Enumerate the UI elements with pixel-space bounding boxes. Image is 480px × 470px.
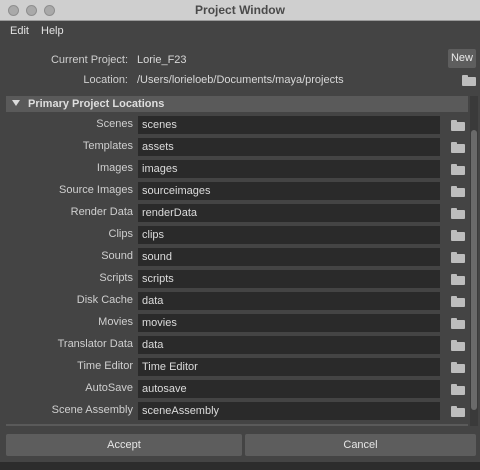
location-row-label: Render Data <box>70 206 133 218</box>
location-row: Clips clips <box>6 224 468 246</box>
current-project-value: Lorie_F23 <box>137 54 187 66</box>
browse-folder-icon[interactable] <box>451 230 465 241</box>
location-row: AutoSave autosave <box>6 378 468 400</box>
location-row: Render Data renderData <box>6 202 468 224</box>
location-row: Disk Cache data <box>6 290 468 312</box>
scrollbar-thumb[interactable] <box>471 130 477 410</box>
location-row-field[interactable]: data <box>138 336 440 354</box>
browse-folder-icon[interactable] <box>451 384 465 395</box>
location-row-field[interactable]: sound <box>138 248 440 266</box>
browse-folder-icon[interactable] <box>451 186 465 197</box>
location-folder-icon[interactable] <box>462 75 476 86</box>
browse-folder-icon[interactable] <box>451 318 465 329</box>
browse-folder-icon[interactable] <box>451 406 465 417</box>
location-row-label: Movies <box>98 316 133 328</box>
bottom-strip <box>0 462 480 470</box>
location-row-field[interactable]: clips <box>138 226 440 244</box>
location-row: Images images <box>6 158 468 180</box>
location-row: Time Editor Time Editor <box>6 356 468 378</box>
location-row-label: Source Images <box>59 184 133 196</box>
location-row-field[interactable]: movies <box>138 314 440 332</box>
location-row-field[interactable]: sceneAssembly <box>138 402 440 420</box>
location-row-label: Disk Cache <box>76 294 133 306</box>
window-title: Project Window <box>195 3 285 17</box>
location-row-label: Time Editor <box>77 360 133 372</box>
current-project-label: Current Project: <box>50 54 128 66</box>
location-row: Movies movies <box>6 312 468 334</box>
location-row: Scenes scenes <box>6 114 468 136</box>
location-row: Scene Assembly sceneAssembly <box>6 400 468 422</box>
browse-folder-icon[interactable] <box>451 296 465 307</box>
location-label: Location: <box>83 74 128 86</box>
new-project-button[interactable]: New <box>448 49 476 68</box>
location-row-field[interactable]: data <box>138 292 440 310</box>
location-value: /Users/lorieloeb/Documents/maya/projects <box>137 74 344 86</box>
location-row-label: Scripts <box>99 272 133 284</box>
menu-edit[interactable]: Edit <box>10 25 29 37</box>
collapse-arrow-icon <box>12 100 20 106</box>
browse-folder-icon[interactable] <box>451 252 465 263</box>
location-row-field[interactable]: sourceimages <box>138 182 440 200</box>
menu-bar: Edit Help <box>0 21 480 41</box>
location-row: Translator Data data <box>6 334 468 356</box>
menu-help[interactable]: Help <box>41 25 64 37</box>
location-row-label: Templates <box>82 140 133 152</box>
location-row-label: Scenes <box>96 118 133 130</box>
location-row-label: Translator Data <box>57 338 133 350</box>
browse-folder-icon[interactable] <box>451 208 465 219</box>
location-row-field[interactable]: scenes <box>138 116 440 134</box>
browse-folder-icon[interactable] <box>451 142 465 153</box>
title-bar: Project Window <box>0 0 480 21</box>
browse-folder-icon[interactable] <box>451 164 465 175</box>
location-row-label: Scene Assembly <box>51 404 133 416</box>
location-row: Sound sound <box>6 246 468 268</box>
section-title: Primary Project Locations <box>28 98 165 110</box>
primary-locations-header[interactable]: Primary Project Locations <box>6 96 468 112</box>
location-row-field[interactable]: scripts <box>138 270 440 288</box>
secondary-locations-header[interactable] <box>6 424 468 426</box>
location-row-label: Clips <box>108 228 133 240</box>
cancel-button[interactable]: Cancel <box>245 434 476 456</box>
location-row: Scripts scripts <box>6 268 468 290</box>
location-row: Source Images sourceimages <box>6 180 468 202</box>
browse-folder-icon[interactable] <box>451 274 465 285</box>
browse-folder-icon[interactable] <box>451 120 465 131</box>
location-row-field[interactable]: autosave <box>138 380 440 398</box>
location-row-field[interactable]: images <box>138 160 440 178</box>
accept-button[interactable]: Accept <box>6 434 242 456</box>
location-row-label: Sound <box>101 250 133 262</box>
location-row-label: AutoSave <box>85 382 133 394</box>
location-row-label: Images <box>96 162 133 174</box>
browse-folder-icon[interactable] <box>451 340 465 351</box>
browse-folder-icon[interactable] <box>451 362 465 373</box>
location-row-field[interactable]: assets <box>138 138 440 156</box>
location-row-field[interactable]: Time Editor <box>138 358 440 376</box>
locations-panel: Primary Project Locations Scenes scenes … <box>6 96 468 426</box>
location-row: Templates assets <box>6 136 468 158</box>
location-row-field[interactable]: renderData <box>138 204 440 222</box>
